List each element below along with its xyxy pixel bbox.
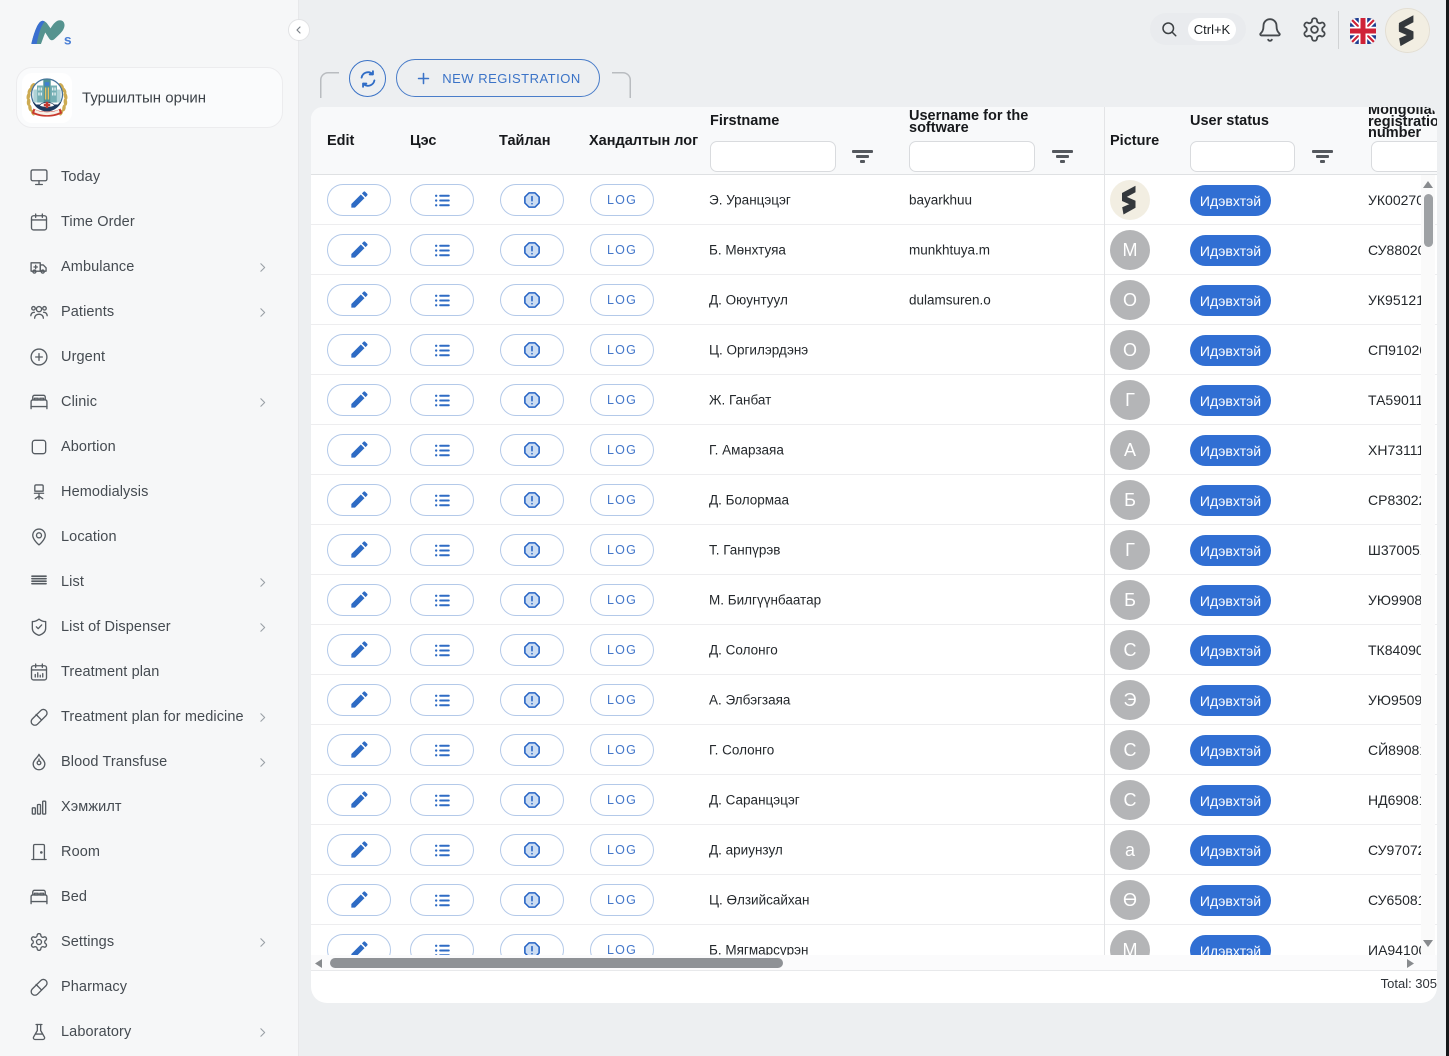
- svg-text:s: s: [64, 33, 72, 45]
